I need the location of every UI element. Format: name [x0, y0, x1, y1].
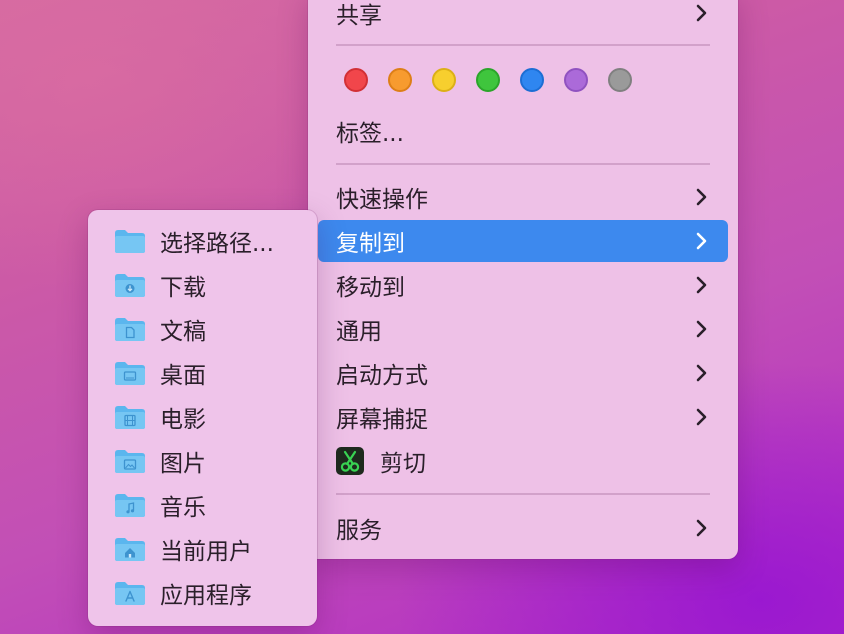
submenu-item-label: 文稿	[160, 319, 206, 345]
tag-blue-dot[interactable]	[520, 68, 544, 92]
tag-gray-dot[interactable]	[608, 68, 632, 92]
menu-item-label: 快速操作	[336, 187, 428, 213]
submenu-item-label: 当前用户	[160, 539, 252, 565]
submenu-item-movies[interactable]: 电影	[114, 398, 206, 436]
menu-item-quick-actions[interactable]: 快速操作	[318, 176, 728, 218]
chevron-right-icon	[696, 364, 707, 382]
submenu-item-label: 下载	[160, 275, 206, 301]
menu-separator	[336, 163, 710, 165]
pictures-folder-icon	[115, 450, 145, 473]
menu-item-label: 剪切	[380, 451, 426, 477]
tag-green-dot[interactable]	[476, 68, 500, 92]
menu-item-general[interactable]: 通用	[318, 308, 728, 350]
menu-item-services[interactable]: 服务	[318, 507, 728, 549]
menu-item-label: 启动方式	[336, 363, 428, 389]
submenu-item-music[interactable]: 音乐	[114, 486, 206, 524]
applications-folder-icon	[115, 582, 145, 605]
menu-item-copy-to[interactable]: 复制到	[318, 220, 728, 262]
folder-icon	[115, 230, 145, 253]
submenu-item-label: 音乐	[160, 495, 206, 521]
submenu-item-label: 应用程序	[160, 583, 252, 609]
tag-red-dot[interactable]	[344, 68, 368, 92]
copy-to-submenu: 选择路径... 下载 文稿 桌面 电影 图片 音乐 当前用户 应用程序	[88, 210, 317, 626]
menu-item-label: 服务	[336, 518, 382, 544]
menu-item-label: 移动到	[336, 275, 405, 301]
chevron-right-icon	[696, 232, 707, 250]
submenu-item-documents[interactable]: 文稿	[114, 310, 206, 348]
chevron-right-icon	[696, 320, 707, 338]
submenu-item-label: 选择路径...	[160, 231, 274, 257]
chevron-right-icon	[696, 408, 707, 426]
menu-item-label: 共享	[336, 3, 382, 29]
chevron-right-icon	[696, 4, 707, 22]
submenu-item-home[interactable]: 当前用户	[114, 530, 252, 568]
submenu-item-label: 电影	[160, 407, 206, 433]
menu-item-label: 屏幕捕捉	[336, 407, 428, 433]
movies-folder-icon	[115, 406, 145, 429]
menu-item-label: 标签...	[336, 121, 404, 147]
submenu-item-downloads[interactable]: 下载	[114, 266, 206, 304]
chevron-right-icon	[696, 276, 707, 294]
submenu-item-label: 桌面	[160, 363, 206, 389]
menu-item-label: 复制到	[336, 231, 405, 257]
chevron-right-icon	[696, 188, 707, 206]
menu-item-cut[interactable]: 剪切	[318, 440, 728, 482]
tag-purple-dot[interactable]	[564, 68, 588, 92]
menu-item-label: 通用	[336, 319, 382, 345]
submenu-item-pictures[interactable]: 图片	[114, 442, 206, 480]
tag-orange-dot[interactable]	[388, 68, 412, 92]
downloads-folder-icon	[115, 274, 145, 297]
menu-item-tags[interactable]: 标签...	[318, 110, 728, 152]
scissors-icon	[336, 447, 364, 475]
submenu-item-label: 图片	[160, 451, 206, 477]
menu-separator	[336, 44, 710, 46]
home-folder-icon	[115, 538, 145, 561]
menu-item-open-with[interactable]: 启动方式	[318, 352, 728, 394]
menu-item-screen-capture[interactable]: 屏幕捕捉	[318, 396, 728, 438]
music-folder-icon	[115, 494, 145, 517]
tag-yellow-dot[interactable]	[432, 68, 456, 92]
menu-item-move-to[interactable]: 移动到	[318, 264, 728, 306]
submenu-item-desktop[interactable]: 桌面	[114, 354, 206, 392]
documents-folder-icon	[115, 318, 145, 341]
menu-separator	[336, 493, 710, 495]
submenu-item-choose-path[interactable]: 选择路径...	[114, 222, 274, 260]
tag-color-row	[344, 68, 632, 92]
chevron-right-icon	[696, 519, 707, 537]
desktop-folder-icon	[115, 362, 145, 385]
submenu-item-applications[interactable]: 应用程序	[114, 574, 252, 612]
menu-item-share[interactable]: 共享	[318, 0, 728, 34]
context-menu: 共享 标签... 快速操作 复制到 移动到 通用 启动方式 屏幕捕捉 剪切 服务	[308, 0, 738, 559]
